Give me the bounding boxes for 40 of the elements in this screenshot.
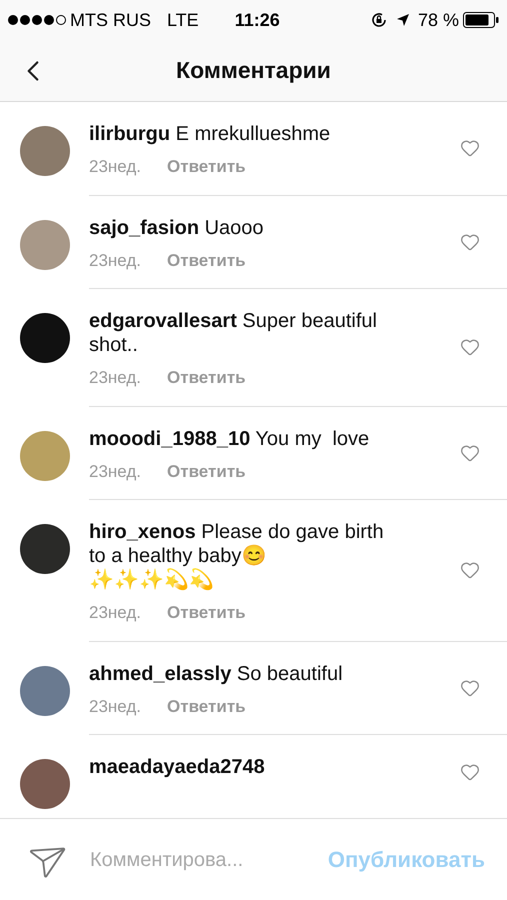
comment-input[interactable]: Комментирова...	[90, 844, 328, 874]
reply-link[interactable]: Ответить	[167, 694, 246, 719]
signal-icon	[8, 15, 66, 25]
comment-text: edgarovallesart Super beautiful shot..	[89, 309, 378, 357]
screen-title: Комментарии	[176, 56, 331, 86]
comment-age: 23нед.	[89, 602, 142, 624]
clock-time: 11:26	[234, 8, 280, 32]
comment-text: sajo_fasion Uaooo	[89, 216, 265, 240]
avatar[interactable]	[20, 759, 70, 809]
comment-age: 23нед.	[89, 460, 142, 482]
reply-link[interactable]: Ответить	[167, 600, 246, 626]
heart-icon	[460, 138, 480, 158]
rotation-lock-icon	[370, 11, 388, 29]
heart-icon	[460, 337, 480, 358]
comment-age: 23нед.	[89, 367, 142, 389]
comment-text: hiro_xenos Please do gave birth to a healthy baby😊 ✨✨✨💫💫	[89, 520, 385, 592]
heart-icon	[460, 442, 480, 463]
location-arrow-icon	[396, 13, 410, 27]
comment-text: ilirburgu E mrekullueshme	[89, 122, 332, 146]
reply-link[interactable]: Ответить	[167, 365, 246, 390]
comment-text: maeadayaeda2748	[89, 755, 266, 779]
reply-link[interactable]: Ответить	[167, 458, 246, 484]
comment-age: 23нед.	[89, 156, 142, 178]
comment-text: ahmed_elassly So beautiful	[89, 662, 344, 686]
network-type: LTE	[167, 8, 199, 32]
reply-link[interactable]: Ответить	[167, 248, 246, 273]
comment-text: mooodi_1988_10 You my love	[89, 426, 370, 450]
comment-age: 23нед.	[89, 696, 142, 718]
battery-icon	[463, 12, 499, 28]
carrier-name: MTS RUS	[70, 8, 151, 32]
avatar[interactable]	[20, 524, 70, 574]
heart-icon	[460, 232, 480, 252]
avatar[interactable]	[20, 313, 70, 363]
comment-age: 23нед.	[89, 250, 142, 272]
publish-button[interactable]: Опубликовать	[328, 843, 485, 876]
heart-icon	[460, 678, 480, 698]
heart-icon	[460, 762, 480, 782]
reply-link[interactable]: Ответить	[167, 154, 246, 180]
heart-icon	[460, 560, 480, 580]
battery-percent: 78 %	[418, 8, 459, 32]
